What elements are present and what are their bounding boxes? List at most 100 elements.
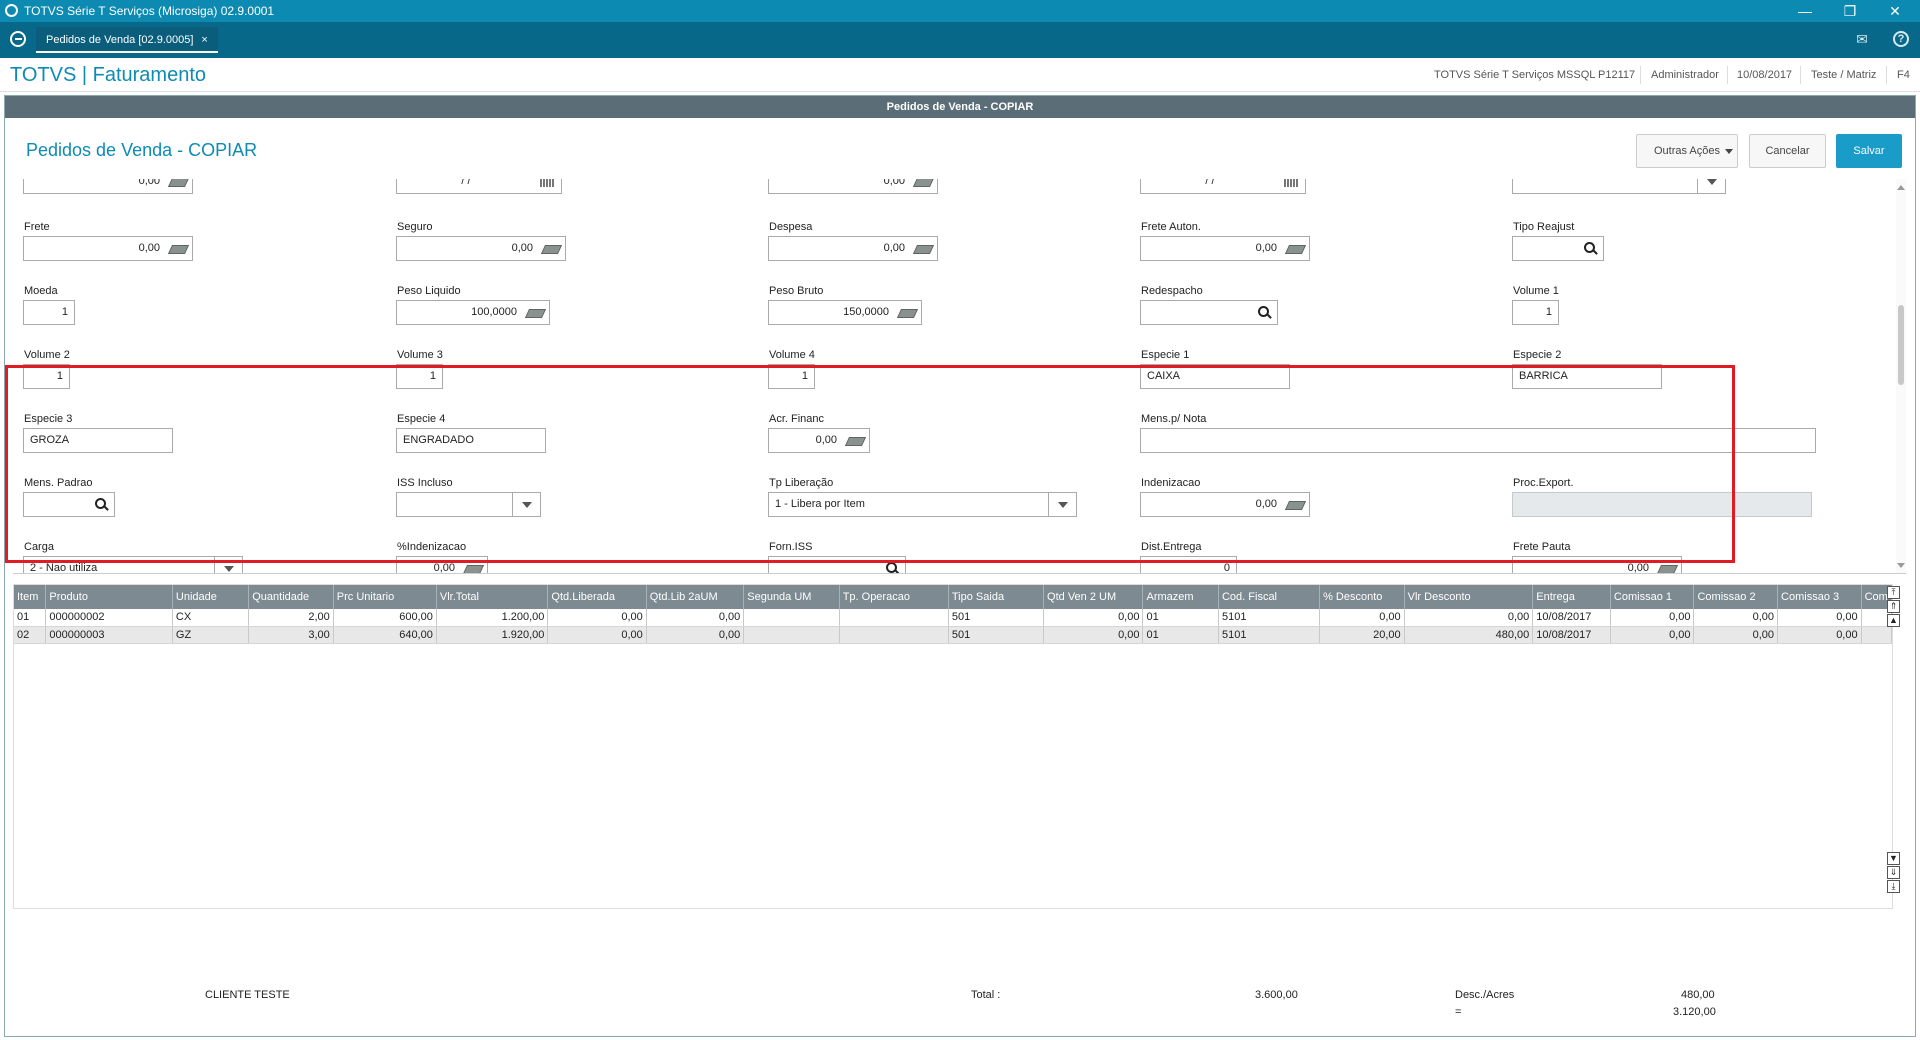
money-icon[interactable] <box>537 237 565 260</box>
mens-nota-input[interactable] <box>1140 428 1816 453</box>
tab-pedidos-de-venda[interactable]: Pedidos de Venda [02.9.0005] × <box>36 27 218 53</box>
table-cell[interactable]: 640,00 <box>333 626 437 644</box>
scroll-up-icon[interactable] <box>1897 185 1905 190</box>
table-cell[interactable]: 0,00 <box>1043 609 1144 627</box>
table-cell[interactable]: 1.920,00 <box>436 626 549 644</box>
table-cell[interactable]: 10/08/2017 <box>1532 626 1611 644</box>
chevron-down-icon[interactable] <box>214 557 242 573</box>
column-header[interactable]: Segunda UM <box>743 585 840 609</box>
table-cell[interactable]: 0,00 <box>1043 626 1144 644</box>
money-icon[interactable] <box>909 237 937 260</box>
table-cell[interactable]: 000000003 <box>45 626 173 644</box>
table-row[interactable]: 01 000000002 CX 2,00 600,00 1.200,00 0,00 0,00 5… <box>14 609 1892 627</box>
tab-close-icon[interactable]: × <box>201 34 207 46</box>
scroll-top-icon[interactable]: ⤒ <box>1887 586 1900 599</box>
money-icon[interactable] <box>1653 557 1681 573</box>
mail-icon[interactable]: ✉ <box>1853 31 1871 47</box>
table-cell[interactable]: GZ <box>172 626 250 644</box>
table-cell[interactable]: 0,00 <box>547 609 647 627</box>
table-cell[interactable] <box>743 609 840 627</box>
iss-incluso-select[interactable] <box>396 492 541 517</box>
volume4-input[interactable]: 1 <box>768 364 815 389</box>
table-cell[interactable]: 0,00 <box>646 626 745 644</box>
column-header[interactable]: Vlr Desconto <box>1404 585 1534 609</box>
table-cell[interactable]: 5101 <box>1218 626 1321 644</box>
table-cell[interactable]: 0,00 <box>1693 626 1779 644</box>
volume2-input[interactable]: 1 <box>23 364 70 389</box>
money-icon[interactable] <box>459 557 487 573</box>
table-cell[interactable]: 01 <box>14 609 47 627</box>
date-info[interactable]: 10/08/2017 <box>1737 69 1792 81</box>
table-cell[interactable] <box>839 609 949 627</box>
table-cell[interactable]: 501 <box>948 626 1045 644</box>
peso-liquido-input[interactable]: 100,0000 <box>396 300 550 325</box>
table-cell[interactable]: 0,00 <box>547 626 647 644</box>
table-cell[interactable] <box>743 626 840 644</box>
field-row0-date1[interactable]: / / <box>396 179 562 194</box>
especie2-input[interactable]: BARRICA <box>1512 364 1662 389</box>
field-row0-date2[interactable]: / / <box>1140 179 1306 194</box>
column-header[interactable]: Unidade <box>172 585 250 609</box>
table-cell[interactable]: 2,00 <box>248 609 334 627</box>
column-header[interactable]: Prc Unitario <box>333 585 437 609</box>
tp-liberacao-select[interactable]: 1 - Libera por Item <box>768 492 1077 517</box>
table-cell[interactable]: 01 <box>1142 609 1219 627</box>
table-cell[interactable]: 5101 <box>1218 609 1321 627</box>
outras-acoes-button[interactable]: Outras Ações <box>1636 134 1738 168</box>
acr-financ-input[interactable]: 0,00 <box>768 428 870 453</box>
table-cell[interactable]: 01 <box>1142 626 1219 644</box>
table-cell[interactable]: 3,00 <box>248 626 334 644</box>
redespacho-input[interactable] <box>1140 300 1278 325</box>
cancel-button[interactable]: Cancelar <box>1749 134 1826 168</box>
money-icon[interactable] <box>909 179 937 193</box>
field-row0-select[interactable] <box>1512 179 1726 194</box>
especie4-input[interactable]: ENGRADADO <box>396 428 546 453</box>
scroll-bottom-icon[interactable]: ⤓ <box>1887 880 1900 893</box>
especie3-input[interactable]: GROZA <box>23 428 173 453</box>
table-cell[interactable]: 600,00 <box>333 609 437 627</box>
money-icon[interactable] <box>164 237 192 260</box>
page-up-icon[interactable]: ⇑ <box>1887 600 1900 613</box>
close-window-button[interactable]: ✕ <box>1875 0 1915 22</box>
table-cell[interactable]: CX <box>172 609 250 627</box>
frete-input[interactable]: 0,00 <box>23 236 193 261</box>
search-icon[interactable] <box>1575 237 1603 260</box>
money-icon[interactable] <box>1281 237 1309 260</box>
table-cell[interactable]: 0,00 <box>1610 609 1695 627</box>
scroll-thumb[interactable] <box>1898 305 1904 385</box>
carga-select[interactable]: 2 - Nao utiliza <box>23 556 243 573</box>
table-cell[interactable]: 10/08/2017 <box>1532 609 1611 627</box>
column-header[interactable]: Comissao 3 <box>1777 585 1862 609</box>
column-header[interactable]: Qtd Ven 2 UM <box>1043 585 1144 609</box>
field-row0-1[interactable]: 0,00 <box>23 179 193 194</box>
branch-info[interactable]: Teste / Matriz <box>1811 69 1876 81</box>
user-info[interactable]: Administrador <box>1651 69 1719 81</box>
table-cell[interactable]: 02 <box>14 626 47 644</box>
despesa-input[interactable]: 0,00 <box>768 236 938 261</box>
chevron-down-icon[interactable] <box>1048 493 1076 516</box>
field-row0-3[interactable]: 0,00 <box>768 179 938 194</box>
minimize-button[interactable]: — <box>1785 0 1825 22</box>
money-icon[interactable] <box>164 179 192 193</box>
save-button[interactable]: Salvar <box>1836 134 1902 168</box>
table-cell[interactable]: 0,00 <box>1404 609 1534 627</box>
indenizacao-input[interactable]: 0,00 <box>1140 492 1310 517</box>
money-icon[interactable] <box>893 301 921 324</box>
menu-home-icon[interactable] <box>10 31 26 47</box>
column-header[interactable]: Qtd.Lib 2aUM <box>646 585 745 609</box>
table-cell[interactable]: 0,00 <box>1777 626 1862 644</box>
column-header[interactable]: Tipo Saida <box>948 585 1045 609</box>
column-header[interactable]: % Desconto <box>1319 585 1405 609</box>
column-header[interactable]: Comissao 2 <box>1693 585 1779 609</box>
column-header[interactable]: Qtd.Liberada <box>547 585 647 609</box>
table-cell[interactable]: 0,00 <box>646 609 745 627</box>
items-grid[interactable]: Item Produto Unidade Quantidade Prc Unitario… <box>13 584 1893 909</box>
table-cell[interactable]: 480,00 <box>1404 626 1534 644</box>
search-icon[interactable] <box>877 557 905 573</box>
grid-vertical-scrollbar[interactable]: ⤒ ⇑ ▲ ▼ ⇓ ⤓ <box>1885 584 1903 909</box>
chevron-down-icon[interactable] <box>1697 179 1725 193</box>
column-header[interactable]: Armazem <box>1142 585 1219 609</box>
peso-bruto-input[interactable]: 150,0000 <box>768 300 922 325</box>
column-header[interactable]: Quantidade <box>248 585 334 609</box>
table-cell[interactable]: 20,00 <box>1319 626 1405 644</box>
